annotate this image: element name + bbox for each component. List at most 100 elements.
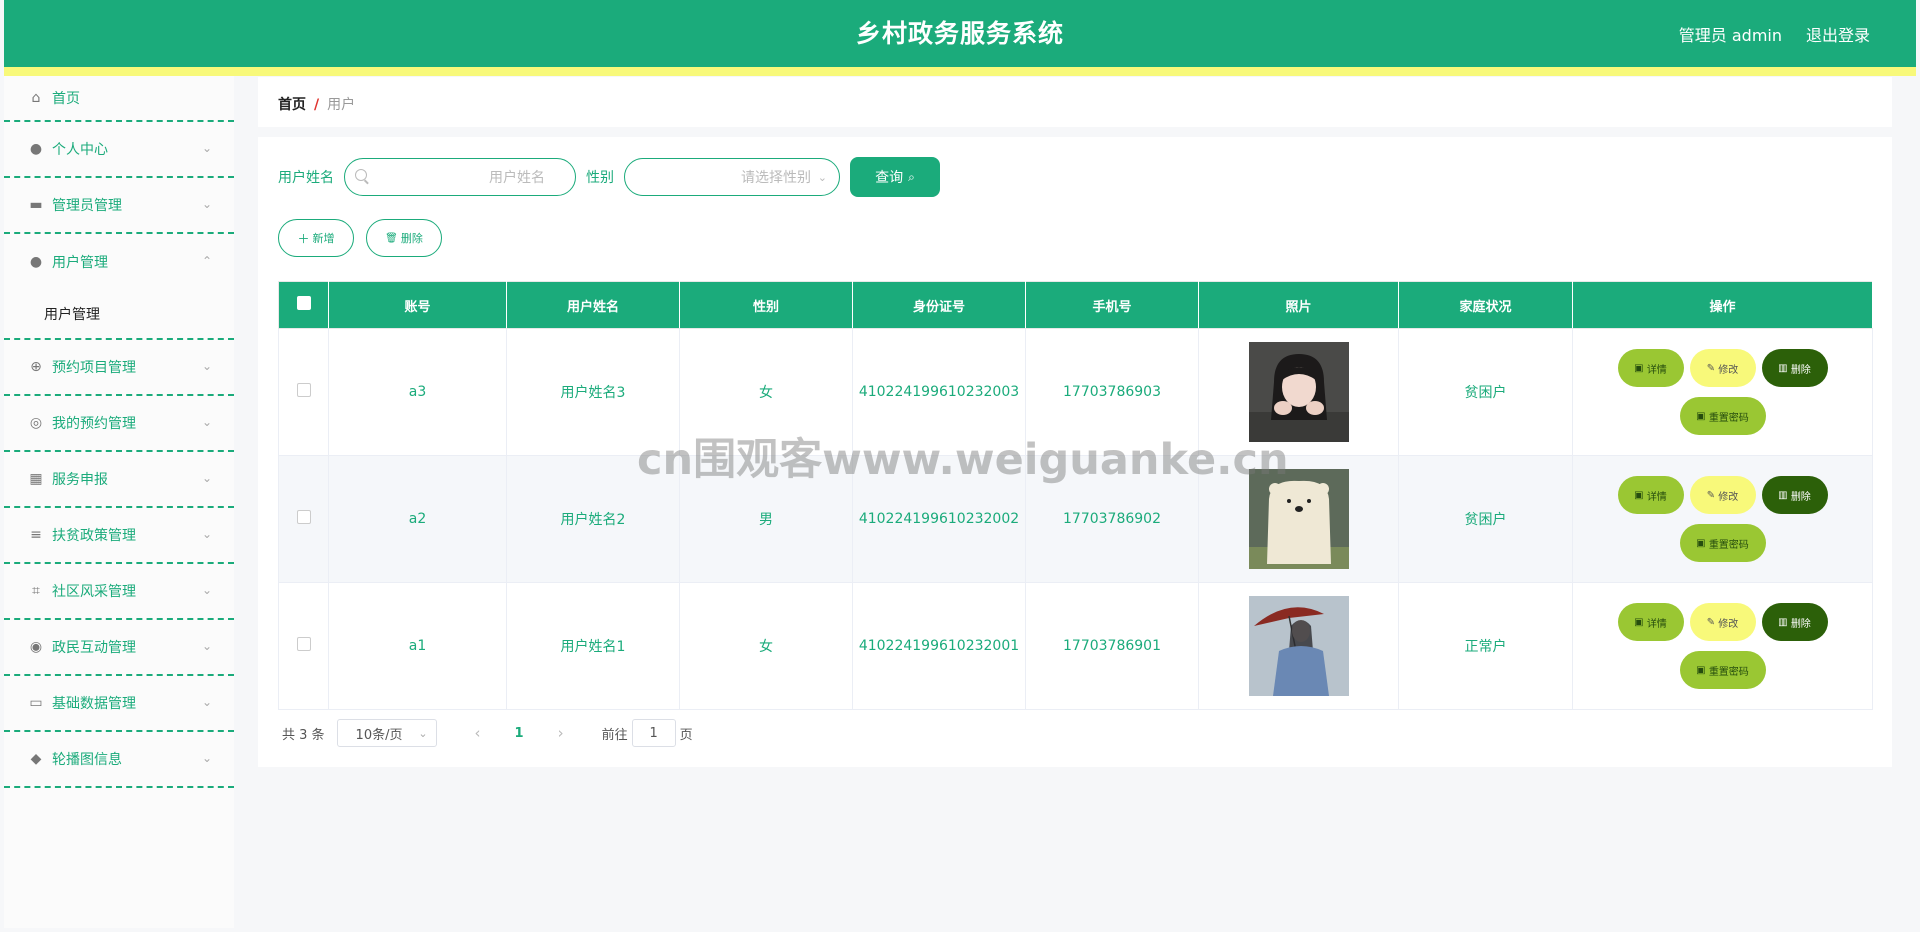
sidebar-item-label: 用户管理 [52,255,108,271]
page-size-value: 10条/页 [355,727,403,743]
reset-password-label: 重置密码 [1708,539,1749,551]
edit-button[interactable]: ✎ 修改 [1689,476,1756,514]
chevron-down-icon: ⌄ [201,197,212,211]
bulk-delete-button[interactable]: 🗑 删除 [366,219,442,257]
sidebar-item-community[interactable]: ⌗ 社区风采管理 ⌄ [4,564,234,620]
edit-button-label: 修改 [1718,618,1739,630]
add-button-label: 新增 [312,232,335,245]
detail-button-label: 详情 [1646,491,1667,503]
sidebar-item-my-bookings[interactable]: ◎ 我的预约管理 ⌄ [4,396,234,452]
watermark-text: cn围观客www.weiguanke.cn [637,435,1289,485]
detail-button-label: 详情 [1646,364,1667,376]
family-status-cell: 贫困户 [1398,328,1573,456]
trash-icon: ▥ [1778,616,1788,628]
column-header[interactable]: 账号 [328,281,507,329]
sidebar-item-label: 管理员管理 [52,198,122,214]
delete-button[interactable]: ▥ 删除 [1761,603,1828,641]
sidebar-item-label: 服务申报 [52,472,108,488]
doc-icon: ▣ [1696,410,1706,422]
sidebar-item-service-apply[interactable]: ▦ 服务申报 ⌄ [4,452,234,508]
page-number[interactable]: 1 [515,726,524,741]
reset-password-button[interactable]: ▣ 重置密码 [1679,397,1766,435]
gender-filter-label: 性别 [586,170,614,186]
name-search-placeholder: 用户姓名 [489,170,545,186]
trash-icon: ▥ [1778,489,1788,501]
pencil-icon: ✎ [1706,616,1716,628]
pin-icon: ◆ [30,751,42,767]
sidebar-item-booking-projects[interactable]: ⊕ 预约项目管理 ⌄ [4,340,234,396]
action-bar: ＋ 新增 🗑 删除 [278,219,454,257]
gender-select-placeholder: 请选择性别 [741,170,811,186]
row-checkbox[interactable] [296,637,311,651]
breadcrumb-separator: / [314,97,320,113]
sidebar-item-admin[interactable]: ▬ 管理员管理 ⌄ [4,178,234,234]
column-header[interactable]: 用户姓名 [506,281,680,329]
table-header-row: 账号 用户姓名 性别 身份证号 手机号 照片 家庭状况 操作 [278,281,1873,329]
sidebar-item-carousel[interactable]: ◆ 轮播图信息 ⌄ [4,732,234,788]
name-search-input[interactable]: 用户姓名 [344,158,576,196]
trash-icon: ▥ [1778,362,1788,374]
edit-button[interactable]: ✎ 修改 [1689,603,1756,641]
edit-button-label: 修改 [1718,491,1739,503]
row-checkbox[interactable] [296,510,311,524]
chevron-down-icon: ⌄ [201,695,212,709]
sidebar-item-users[interactable]: ● 用户管理 ⌃ [4,234,234,290]
select-all-checkbox[interactable] [296,296,311,310]
user-photo[interactable] [1248,596,1349,696]
operations-cell: ▣ 详情 ✎ 修改 ▥ 删除 ▣ 重置密码 [1572,582,1873,710]
edit-button[interactable]: ✎ 修改 [1689,349,1756,387]
detail-button[interactable]: ▣ 详情 [1617,603,1684,641]
plus-icon: ＋ [297,231,310,246]
reset-password-button[interactable]: ▣ 重置密码 [1679,651,1766,689]
row-select-cell [278,455,329,583]
column-header[interactable]: 手机号 [1025,281,1199,329]
pencil-icon: ✎ [1706,489,1716,501]
sidebar-item-personal-center[interactable]: ● 个人中心 ⌄ [4,122,234,178]
doc-icon: ▣ [1634,362,1644,374]
page-size-select[interactable]: 10条/页 ⌄ [336,719,437,747]
gender-select[interactable]: 请选择性别 ⌄ [624,158,840,196]
delete-button-label: 删除 [1790,618,1811,630]
sidebar-item-interaction[interactable]: ◉ 政民互动管理 ⌄ [4,620,234,676]
family-status-cell: 正常户 [1398,582,1573,710]
sidebar-item-home[interactable]: ⌂ 首页 [4,76,234,122]
sidebar-item-poverty-policy[interactable]: ≡ 扶贫政策管理 ⌄ [4,508,234,564]
reset-password-button[interactable]: ▣ 重置密码 [1679,524,1766,562]
circle-icon: ◉ [29,639,43,655]
detail-button[interactable]: ▣ 详情 [1617,349,1684,387]
top-header: 乡村政务服务系统 管理员 admin 退出登录 [4,0,1916,76]
prev-page-icon[interactable]: ‹ [475,724,481,742]
name-filter-label: 用户姓名 [278,170,334,186]
column-header[interactable]: 性别 [679,281,853,329]
doc-icon: ▣ [1634,489,1644,501]
breadcrumb-home[interactable]: 首页 [278,97,306,113]
operations-cell: ▣ 详情 ✎ 修改 ▥ 删除 ▣ 重置密码 [1572,328,1873,456]
sidebar-item-basic-data[interactable]: ▭ 基础数据管理 ⌄ [4,676,234,732]
delete-button[interactable]: ▥ 删除 [1761,349,1828,387]
sidebar-item-label: 预约项目管理 [52,360,136,376]
account-cell: a2 [328,455,507,583]
goto-page-input[interactable]: 1 [631,719,676,747]
sidebar-subitem-users[interactable]: 用户管理 [4,290,234,340]
column-header[interactable]: 家庭状况 [1398,281,1573,329]
edit-button-label: 修改 [1718,364,1739,376]
trash-icon: 🗑 [385,232,398,244]
column-header[interactable]: 照片 [1198,281,1399,329]
next-page-icon[interactable]: › [558,724,564,742]
search-icon [355,169,367,181]
reset-password-label: 重置密码 [1708,412,1749,424]
logout-link[interactable]: 退出登录 [1806,22,1870,46]
query-button[interactable]: 查询 ⌕ [850,157,940,197]
id-number-cell: 410224199610232001 [852,582,1026,710]
column-header[interactable]: 身份证号 [852,281,1026,329]
row-checkbox[interactable] [296,383,311,397]
chevron-down-icon: ⌄ [201,751,212,765]
delete-button[interactable]: ▥ 删除 [1761,476,1828,514]
column-header[interactable]: 操作 [1572,281,1873,329]
query-button-label: 查询 [875,170,904,186]
add-button[interactable]: ＋ 新增 [278,219,354,257]
goto-suffix: 页 [679,727,693,743]
detail-button[interactable]: ▣ 详情 [1617,476,1684,514]
chevron-down-icon: ⌄ [201,359,212,373]
doc-icon: ▣ [1696,537,1706,549]
